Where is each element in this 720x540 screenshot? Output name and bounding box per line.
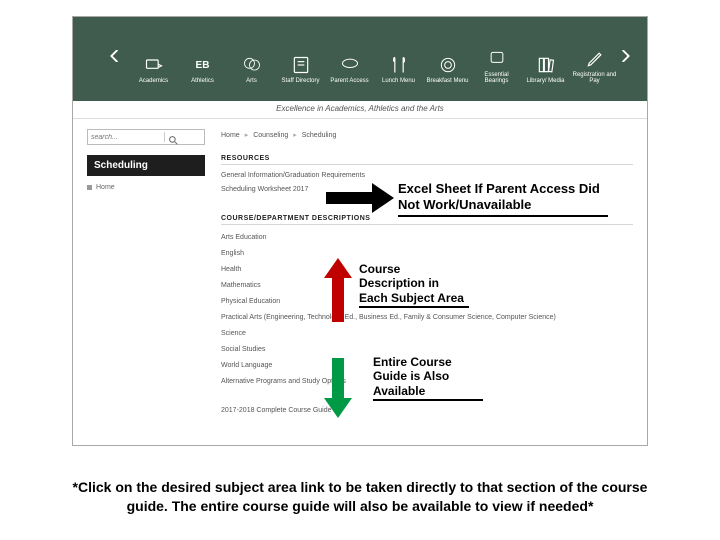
plate-icon [435, 54, 461, 76]
nav-label: Registration and Pay [571, 72, 619, 85]
dept-link[interactable]: Social Studies [221, 346, 633, 353]
top-nav: Academics EB Athletics Arts Staff Di [73, 17, 647, 101]
dept-link[interactable]: Science [221, 330, 633, 337]
books-icon [533, 54, 559, 76]
nav-item-academics[interactable]: Academics [129, 54, 178, 85]
masks-icon [239, 54, 265, 76]
nav-item-library[interactable]: Library/ Media [521, 54, 570, 85]
sidebar-home-label: Home [96, 184, 115, 191]
callout-course-guide: Entire Course Guide is Also Available [373, 355, 483, 401]
diploma-icon [141, 54, 167, 76]
breadcrumb: Home ▸ Counseling ▸ Scheduling [221, 131, 633, 139]
green-arrow-down [324, 358, 352, 418]
dept-link[interactable]: Arts Education [221, 234, 633, 241]
search-icon[interactable] [168, 132, 178, 142]
sidebar: Scheduling Home [87, 129, 205, 414]
nav-next-arrow[interactable] [619, 49, 631, 63]
nav-item-registration[interactable]: Registration and Pay [570, 48, 619, 85]
directory-icon [288, 54, 314, 76]
departments-heading: COURSE/DEPARTMENT DESCRIPTIONS [221, 215, 633, 225]
nav-item-parent-access[interactable]: Parent Access [325, 54, 374, 85]
breadcrumb-counseling[interactable]: Counseling [253, 132, 288, 139]
search-input[interactable] [91, 134, 161, 141]
chevron-right-icon: ▸ [245, 131, 249, 139]
nav-item-staff[interactable]: Staff Directory [276, 54, 325, 85]
black-arrow-right [326, 183, 396, 213]
course-guide-link[interactable]: 2017-2018 Complete Course Guide [221, 407, 633, 414]
tagline: Excellence in Academics, Athletics and t… [73, 101, 647, 119]
nav-label: Library/ Media [522, 78, 570, 85]
nav-item-bearings[interactable]: Essential Bearings [472, 48, 521, 85]
sidebar-home-link[interactable]: Home [87, 184, 205, 191]
nav-label: Lunch Menu [375, 78, 423, 85]
bullet-icon [87, 185, 92, 190]
eb-logo-icon: EB [190, 54, 216, 76]
breadcrumb-home[interactable]: Home [221, 132, 240, 139]
search-divider [164, 132, 165, 142]
utensils-icon [386, 54, 412, 76]
nav-label: Breakfast Menu [424, 78, 472, 85]
sidebar-title: Scheduling [87, 155, 205, 176]
nav-label: Parent Access [326, 78, 374, 85]
dept-link[interactable]: English [221, 250, 633, 257]
nav-items: Academics EB Athletics Arts Staff Di [129, 48, 619, 85]
nav-label: Academics [130, 78, 178, 85]
dept-link[interactable]: Practical Arts (Engineering, Technology … [221, 314, 633, 321]
nav-item-lunch[interactable]: Lunch Menu [374, 54, 423, 85]
slide-footnote: *Click on the desired subject area link … [0, 478, 720, 516]
callout-course-description: Course Description in Each Subject Area [359, 262, 469, 308]
badge-icon [484, 48, 510, 70]
nav-prev-arrow[interactable] [109, 49, 121, 63]
callout-excel-sheet: Excel Sheet If Parent Access Did Not Wor… [398, 181, 608, 217]
genesis-icon [337, 54, 363, 76]
pencil-icon [582, 48, 608, 70]
nav-label: Staff Directory [277, 78, 325, 85]
nav-item-breakfast[interactable]: Breakfast Menu [423, 54, 472, 85]
breadcrumb-scheduling[interactable]: Scheduling [302, 132, 337, 139]
nav-item-athletics[interactable]: EB Athletics [178, 54, 227, 85]
website-screenshot: Academics EB Athletics Arts Staff Di [72, 16, 648, 446]
nav-label: Athletics [179, 78, 227, 85]
red-arrow-up [324, 258, 352, 322]
nav-label: Essential Bearings [473, 72, 521, 85]
search-box[interactable] [87, 129, 205, 145]
nav-item-arts[interactable]: Arts [227, 54, 276, 85]
resources-heading: RESOURCES [221, 155, 633, 165]
nav-label: Arts [228, 78, 276, 85]
resource-link[interactable]: General Information/Graduation Requireme… [221, 172, 633, 179]
chevron-right-icon: ▸ [293, 131, 297, 139]
